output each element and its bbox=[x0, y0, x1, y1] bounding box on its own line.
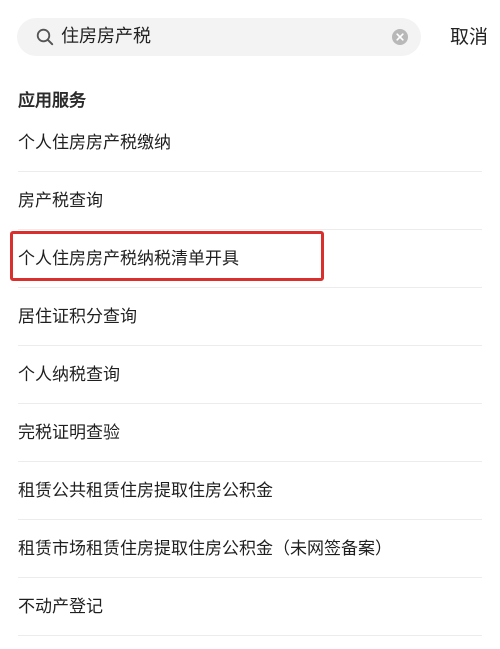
list-item[interactable]: 不动产登记 bbox=[0, 578, 500, 636]
list-item-label: 租赁公共租赁住房提取住房公积金 bbox=[18, 481, 273, 501]
search-bar-row: 住房房产税 取消 bbox=[0, 0, 500, 72]
list-item-label: 个人纳税查询 bbox=[18, 365, 120, 385]
list-item[interactable]: 个人住房房产税缴纳 bbox=[0, 114, 500, 172]
list-item-label: 房产税查询 bbox=[18, 191, 103, 211]
divider bbox=[18, 635, 482, 636]
list-item-label: 不动产登记 bbox=[18, 597, 103, 617]
cancel-button[interactable]: 取消 bbox=[450, 23, 488, 51]
list-item[interactable]: 租赁市场租赁住房提取住房公积金（未网签备案） bbox=[0, 520, 500, 578]
list-item-label: 完税证明查验 bbox=[18, 423, 120, 443]
list-item[interactable]: 租赁公共租赁住房提取住房公积金 bbox=[0, 462, 500, 520]
clear-icon[interactable] bbox=[392, 29, 408, 45]
section-title: 应用服务 bbox=[18, 91, 86, 111]
search-input[interactable]: 住房房产税 bbox=[61, 24, 151, 50]
list-item[interactable]: 完税证明查验 bbox=[0, 404, 500, 462]
service-list: 个人住房房产税缴纳 房产税查询 个人住房房产税纳税清单开具 居住证积分查询 个人… bbox=[0, 114, 500, 636]
list-item-label: 居住证积分查询 bbox=[18, 307, 137, 327]
search-icon bbox=[36, 28, 54, 46]
list-item[interactable]: 个人纳税查询 bbox=[0, 346, 500, 404]
list-item[interactable]: 个人住房房产税纳税清单开具 bbox=[0, 230, 500, 288]
list-item[interactable]: 居住证积分查询 bbox=[0, 288, 500, 346]
list-item-label: 个人住房房产税缴纳 bbox=[18, 133, 171, 153]
list-item-label: 租赁市场租赁住房提取住房公积金（未网签备案） bbox=[18, 539, 392, 559]
list-item[interactable]: 房产税查询 bbox=[0, 172, 500, 230]
search-box[interactable]: 住房房产税 bbox=[17, 18, 421, 56]
list-item-label: 个人住房房产税纳税清单开具 bbox=[18, 249, 239, 269]
